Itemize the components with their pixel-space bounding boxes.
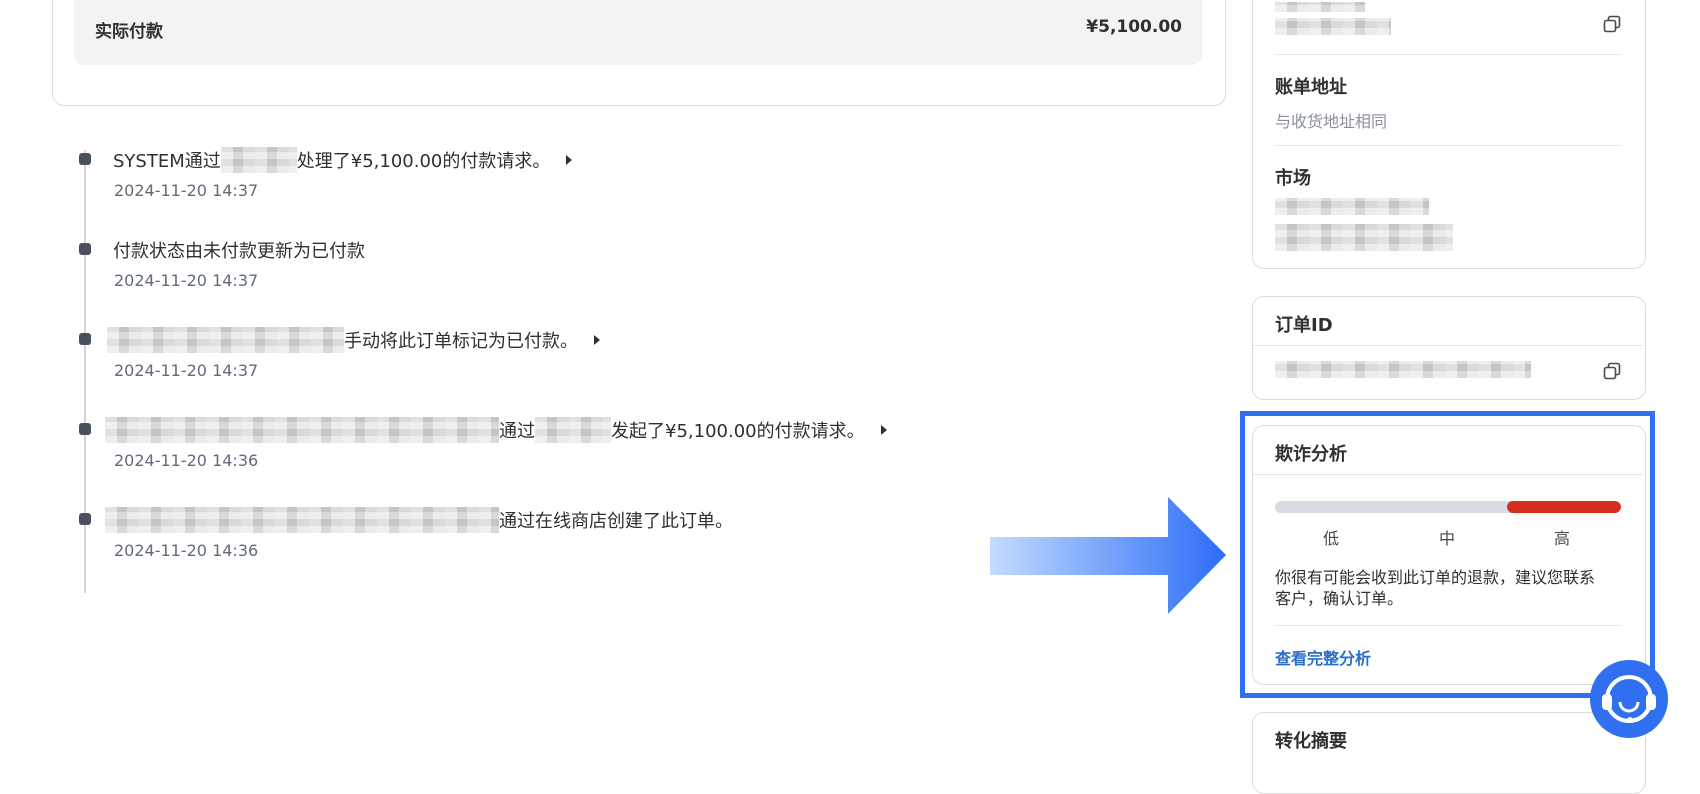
redacted-market	[1275, 198, 1429, 215]
expand-caret-icon[interactable]	[880, 425, 887, 435]
redacted-contact	[1275, 18, 1391, 35]
payment-summary-row	[74, 0, 1202, 65]
divider	[1253, 345, 1643, 346]
expand-caret-icon[interactable]	[594, 335, 600, 345]
redacted-gateway	[220, 147, 297, 173]
timeline-text: 发起了¥5,100.00的付款请求。	[611, 421, 865, 442]
conversion-summary-title: 转化摘要	[1275, 731, 1347, 752]
timeline-dot	[79, 513, 91, 525]
order-id-title: 订单ID	[1275, 315, 1333, 336]
divider	[1275, 145, 1621, 146]
timeline-text: 付款状态由未付款更新为已付款	[113, 241, 365, 262]
redacted-customer	[105, 507, 499, 533]
timeline-dot	[79, 243, 91, 255]
timeline-event-4[interactable]: 通过 发起了¥5,100.00的付款请求。	[105, 417, 887, 443]
support-headset-icon[interactable]	[1590, 660, 1668, 738]
payment-amount: ¥5,100.00	[1086, 17, 1182, 37]
redacted-customer	[105, 417, 499, 443]
timeline-dot	[79, 153, 91, 165]
timeline-event-2: 付款状态由未付款更新为已付款	[113, 237, 365, 263]
timeline-text: 手动将此订单标记为已付款。	[344, 331, 578, 352]
timeline-text: 通过在线商店创建了此订单。	[499, 511, 733, 532]
timeline-dot	[79, 333, 91, 345]
conversion-summary-card	[1252, 712, 1646, 794]
highlight-box	[1240, 411, 1655, 698]
payment-label: 实际付款	[95, 22, 163, 42]
timeline-event-1[interactable]: SYSTEM通过 处理了¥5,100.00的付款请求。	[113, 147, 573, 173]
timeline-timestamp: 2024-11-20 14:37	[114, 181, 259, 200]
expand-caret-icon[interactable]	[566, 155, 573, 165]
pointer-arrow-icon	[990, 497, 1226, 619]
copy-icon[interactable]	[1603, 362, 1621, 384]
timeline-timestamp: 2024-11-20 14:37	[114, 361, 259, 380]
billing-address-title: 账单地址	[1275, 77, 1347, 98]
redacted-market	[1275, 224, 1453, 251]
timeline-text: 通过	[499, 421, 535, 442]
timeline-dot	[79, 423, 91, 435]
divider	[1275, 54, 1621, 55]
redacted-order-id	[1275, 361, 1531, 378]
redacted-user	[107, 327, 344, 353]
timeline-event-5: 通过在线商店创建了此订单。	[105, 507, 733, 533]
redacted-gateway	[535, 417, 611, 443]
timeline-timestamp: 2024-11-20 14:36	[114, 541, 259, 560]
timeline-text: SYSTEM通过	[113, 151, 221, 172]
timeline-timestamp: 2024-11-20 14:36	[114, 451, 259, 470]
market-title: 市场	[1275, 168, 1311, 189]
timeline-timestamp: 2024-11-20 14:37	[114, 271, 259, 290]
redacted-contact	[1275, 2, 1365, 12]
timeline-event-3[interactable]: 手动将此订单标记为已付款。	[107, 327, 600, 353]
copy-icon[interactable]	[1603, 15, 1621, 37]
timeline-text: 处理了¥5,100.00的付款请求。	[296, 151, 551, 172]
billing-address-value: 与收货地址相同	[1275, 112, 1388, 131]
timeline-line	[84, 150, 86, 593]
